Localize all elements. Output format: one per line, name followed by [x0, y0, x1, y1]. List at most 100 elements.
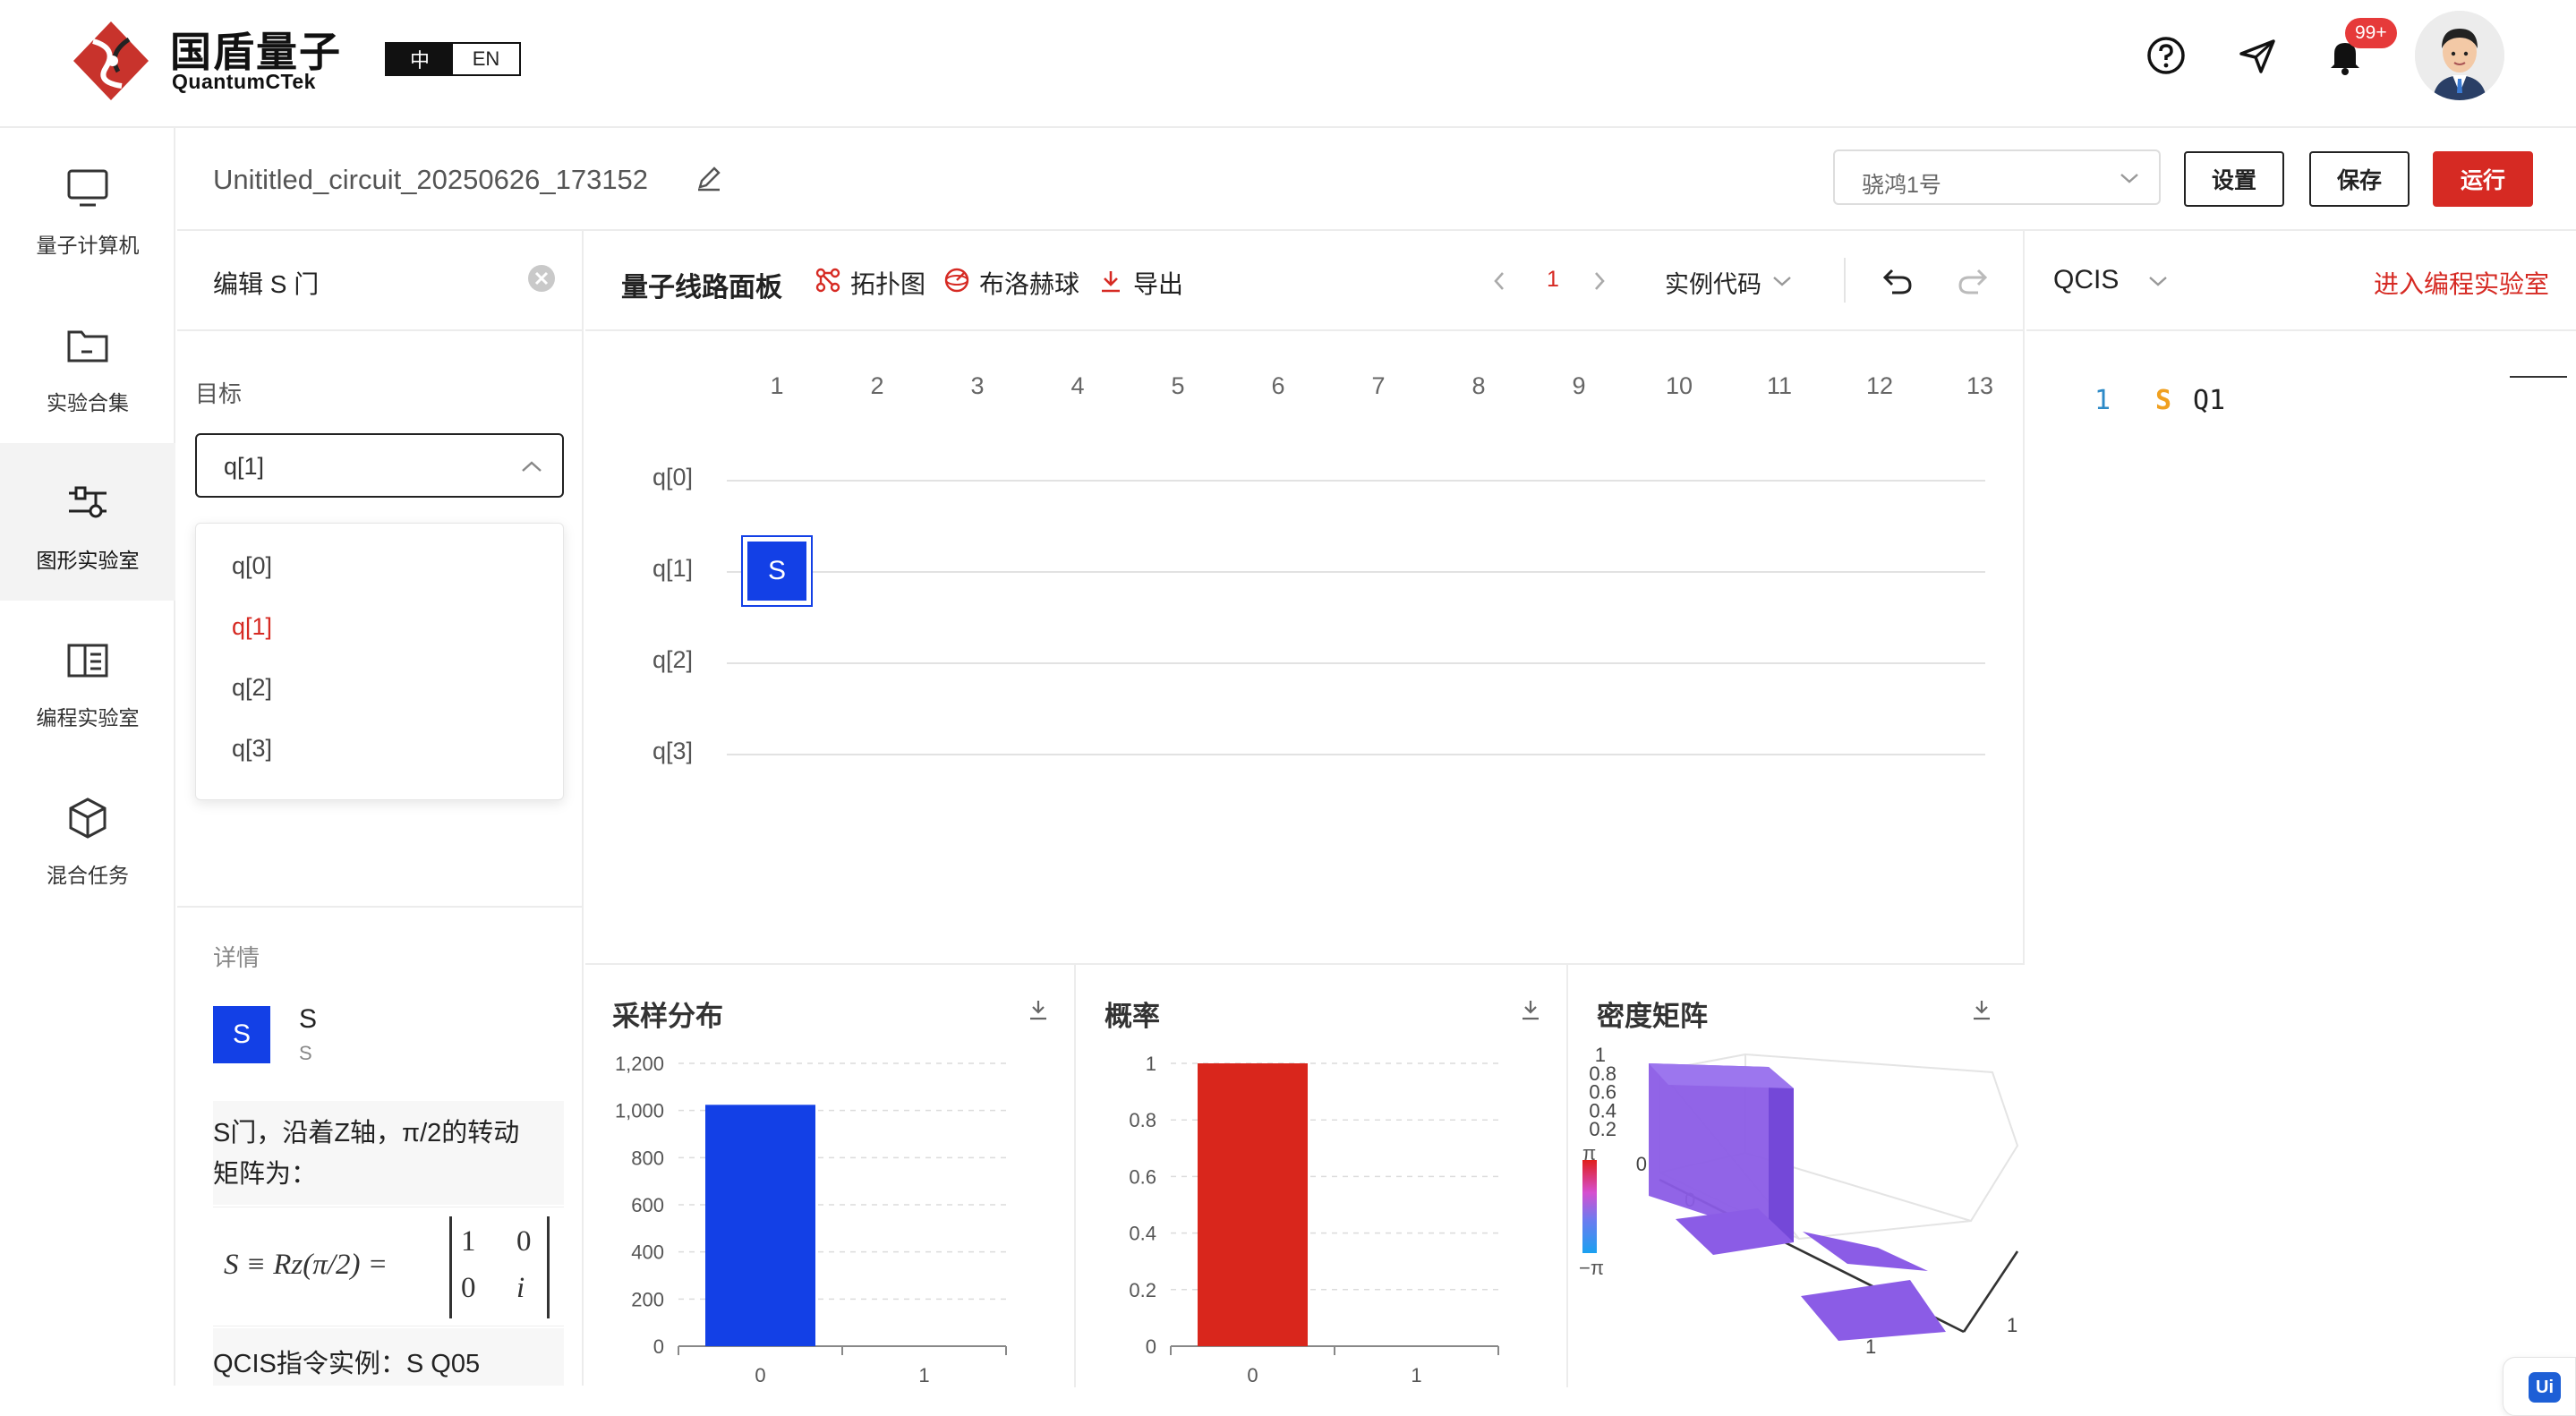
gate-editor-panel: 编辑 S 门 目标 q[1] q[0] q[1] q[2] q[3] 详情 S … [177, 231, 584, 1386]
probability-panel: 概率 0 0.2 0.4 0.6 0.8 1 0 1 [1078, 965, 1568, 1387]
settings-button[interactable]: 设置 [2184, 151, 2284, 207]
run-button[interactable]: 运行 [2433, 151, 2533, 207]
y-tick-label: 0.2 [1129, 1279, 1156, 1301]
nav-label: 编程实验室 [36, 706, 140, 729]
column-header: 11 [1766, 372, 1793, 399]
nav-item-hybrid-tasks[interactable]: 混合任务 [0, 758, 175, 916]
density-matrix-chart: π−π0.20.40.60.810011 [1579, 1044, 2019, 1358]
editor-scroll-indicator [2510, 376, 2567, 378]
divider [177, 906, 584, 908]
matrix-cell: 0 [516, 1225, 532, 1258]
target-label: 目标 [195, 380, 243, 407]
density-bar-11 [1801, 1280, 1946, 1341]
user-avatar[interactable] [2415, 11, 2504, 100]
logo-mark-icon[interactable] [66, 18, 156, 104]
qubit-wire[interactable] [727, 480, 1985, 482]
language-switch[interactable]: 中 EN [385, 42, 521, 76]
dropdown-option-q1-selected[interactable]: q[1] [232, 613, 272, 641]
download-icon [1102, 271, 1120, 293]
bloch-sphere-icon [944, 268, 969, 293]
device-select-value: 骁鸿1号 [1862, 173, 1941, 198]
matrix-bracket: 1 0 0 i [449, 1216, 550, 1318]
redo-icon[interactable] [1955, 263, 1991, 299]
gate-description-line1: S门，沿着Z轴，π/2的转动 [213, 1119, 520, 1147]
dropdown-option-q0[interactable]: q[0] [232, 552, 272, 580]
y-tick-label: 0.4 [1129, 1223, 1156, 1245]
qcis-editor[interactable]: 1 S Q1 Ui [2026, 333, 2576, 1416]
send-icon[interactable] [2234, 32, 2281, 79]
details-label: 详情 [213, 944, 260, 971]
qubit-wire[interactable] [727, 571, 1985, 573]
example-code-select[interactable]: 实例代码 [1665, 265, 1761, 300]
y-tick-label: 0 [653, 1335, 664, 1358]
export-button[interactable]: 导出 [1133, 265, 1183, 301]
qcis-code-panel: QCIS 进入编程实验室 1 S Q1 Ui [2026, 231, 2576, 1416]
edit-pencil-icon[interactable] [695, 164, 723, 192]
chevron-right-icon[interactable] [1591, 270, 1608, 292]
s-gate-label: S [747, 542, 806, 601]
nav-item-experiments[interactable]: 实验合集 [0, 286, 175, 443]
code-line-number: 1 [2094, 385, 2111, 416]
undo-icon[interactable] [1880, 263, 1915, 299]
download-icon[interactable] [1518, 997, 1543, 1022]
toolbar-divider [1844, 258, 1846, 303]
save-button[interactable]: 保存 [2309, 151, 2410, 207]
lang-en-option[interactable]: EN [453, 44, 519, 74]
qubit-wire[interactable] [727, 754, 1985, 755]
gate-editor-title: 编辑 S 门 [213, 270, 320, 298]
y-tick-label: 0 [1146, 1335, 1156, 1358]
device-select[interactable]: 骁鸿1号 [1833, 149, 2161, 205]
gate-symbol-tile: S [213, 1006, 270, 1063]
column-header: 10 [1665, 372, 1693, 399]
nav-item-coding-lab[interactable]: 编程实验室 [0, 601, 175, 758]
circuit-canvas[interactable]: 1 2 3 4 5 6 7 8 9 10 11 12 13 q[0] q[1] q[2] q[3] S [585, 333, 2023, 963]
x-axis-label: 1 [1865, 1335, 1876, 1358]
column-header: 8 [1471, 372, 1486, 399]
z-tick-label: 0 [1636, 1153, 1647, 1175]
y-tick-label: 1 [1146, 1053, 1156, 1075]
y-tick-label: 800 [631, 1147, 664, 1169]
matrix-cell: i [516, 1272, 525, 1304]
x-tick-label: 0 [1247, 1364, 1258, 1386]
density-matrix-panel: 密度矩阵 π−π0.20.40.60.810011 [1570, 965, 2025, 1387]
column-header: 6 [1271, 372, 1285, 399]
colorbar [1582, 1160, 1597, 1253]
chevron-left-icon[interactable] [1491, 270, 1507, 292]
matrix-cell: 0 [461, 1272, 476, 1304]
column-header: 13 [1966, 372, 1994, 399]
lang-zh-option[interactable]: 中 [387, 44, 453, 74]
qubit-wire[interactable] [727, 662, 1985, 664]
target-select[interactable]: q[1] [195, 433, 564, 498]
nav-label: 量子计算机 [36, 234, 140, 257]
density-bar-00-side [1769, 1067, 1794, 1242]
bar-0 [705, 1105, 815, 1346]
dropdown-option-q3[interactable]: q[3] [232, 735, 272, 763]
download-icon[interactable] [1969, 997, 1994, 1022]
y-tick-label: 600 [631, 1194, 664, 1216]
colorbar-max-label: π [1582, 1142, 1596, 1164]
download-icon[interactable] [1026, 997, 1051, 1022]
gate-matrix-formula: S ≡ Rz(π/2) = 1 0 0 i [213, 1207, 564, 1326]
column-header: 4 [1070, 372, 1085, 399]
nav-item-quantum-computer[interactable]: 量子计算机 [0, 128, 175, 286]
dropdown-option-q2[interactable]: q[2] [232, 674, 272, 702]
qcis-language-select[interactable]: QCIS [2053, 265, 2119, 295]
density-bar-10 [1803, 1232, 1928, 1271]
code-argument: Q1 [2193, 385, 2226, 416]
circuit-title-bar: Unititled_circuit_20250626_173152 骁鸿1号 设… [177, 128, 2576, 231]
qubit-label: q[3] [652, 738, 693, 764]
top-header: 国盾量子 QuantumCTek 中 EN 99+ [0, 0, 2576, 128]
qcis-example-text: QCIS指令实例：S Q05 [213, 1350, 481, 1378]
enter-coding-lab-link[interactable]: 进入编程实验室 [2374, 265, 2549, 301]
book-icon [67, 644, 108, 678]
help-icon[interactable] [2143, 32, 2189, 79]
bloch-sphere-button[interactable]: 布洛赫球 [979, 265, 1079, 301]
brand-name-en: QuantumCTek [172, 70, 316, 93]
gate-editor-header: 编辑 S 门 [177, 231, 582, 331]
ui-helper-widget[interactable]: Ui [2503, 1357, 2576, 1416]
topology-button[interactable]: 拓扑图 [850, 265, 925, 301]
nav-item-graphic-lab[interactable]: 图形实验室 [0, 443, 175, 601]
s-gate-block[interactable]: S [741, 535, 813, 607]
target-dropdown-menu: q[0] q[1] q[2] q[3] [195, 523, 564, 800]
clear-circle-icon[interactable] [526, 263, 557, 294]
